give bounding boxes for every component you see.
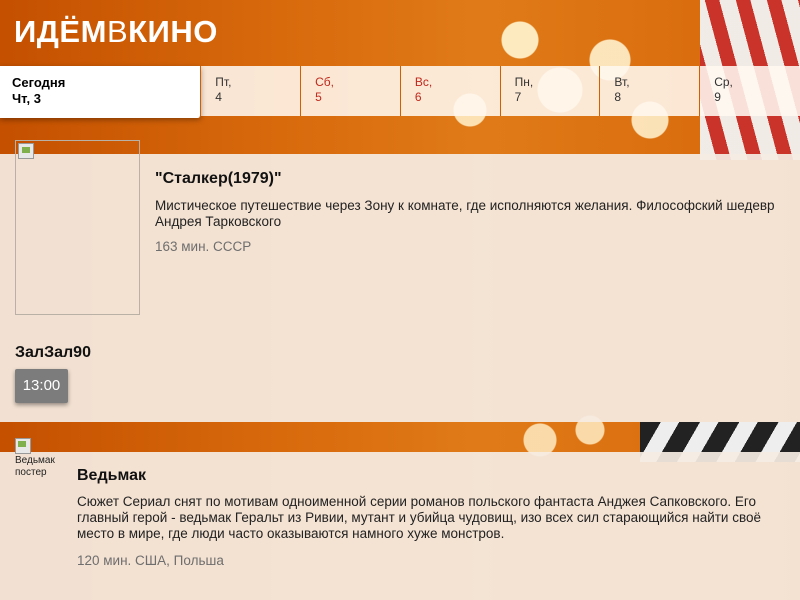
logo-part-3: КИНО bbox=[128, 14, 218, 49]
day-date: 5 bbox=[315, 90, 322, 104]
movie-title[interactable]: Ведьмак bbox=[77, 467, 146, 485]
movie-poster bbox=[15, 140, 140, 315]
movie-meta: 120 мин. США, Польша bbox=[77, 553, 224, 568]
movie-description: Мистическое путешествие через Зону к ком… bbox=[155, 198, 775, 229]
day-label: Сб, bbox=[315, 75, 334, 89]
day-label: Вт, bbox=[614, 75, 630, 89]
logo-part-1: ИДЁМ bbox=[14, 14, 107, 49]
day-label: Пн, bbox=[514, 75, 534, 89]
day-tab-tue[interactable]: Вт, 8 bbox=[600, 66, 701, 116]
day-date: 4 bbox=[215, 90, 222, 104]
movie-description: Сюжет Сериал снят по мотивам одноименной… bbox=[77, 494, 762, 541]
logo[interactable]: ИДЁМВКИНО bbox=[14, 14, 218, 50]
session-time-button[interactable]: 13:00 bbox=[15, 369, 68, 403]
day-tab-sat[interactable]: Сб, 5 bbox=[301, 66, 401, 116]
day-selector: Сегодня Чт, 3 Пт, 4 Сб, 5 Вс, 6 Пн, 7 Вт… bbox=[0, 66, 800, 118]
day-tab-mon[interactable]: Пн, 7 bbox=[500, 66, 601, 116]
day-label: Вс, bbox=[414, 75, 433, 89]
day-tab-today[interactable]: Сегодня Чт, 3 bbox=[0, 66, 202, 118]
movie-title[interactable]: "Сталкер(1979)" bbox=[155, 170, 282, 188]
broken-image-icon bbox=[18, 143, 34, 159]
day-label: Ср, bbox=[714, 75, 733, 89]
day-date: 7 bbox=[514, 90, 522, 104]
day-date: 8 bbox=[614, 90, 622, 104]
day-label: Пт, bbox=[215, 75, 232, 89]
day-tab-wed[interactable]: Ср, 9 bbox=[700, 66, 800, 116]
day-label: Сегодня bbox=[12, 75, 66, 90]
poster-alt-text: Ведьмак постер bbox=[15, 455, 55, 478]
day-date: 6 bbox=[414, 90, 422, 104]
site-header: ИДЁМВКИНО bbox=[0, 0, 800, 66]
day-tab-fri[interactable]: Пт, 4 bbox=[201, 66, 302, 116]
day-date: 9 bbox=[714, 90, 721, 104]
logo-part-2: В bbox=[106, 14, 129, 49]
day-date: Чт, 3 bbox=[12, 91, 41, 106]
movie-meta: 163 мин. СССР bbox=[155, 239, 252, 254]
movie-poster: Ведьмак постер bbox=[15, 438, 63, 480]
hall-title: ЗалЗал90 bbox=[15, 344, 91, 361]
day-tab-sun[interactable]: Вс, 6 bbox=[400, 66, 501, 116]
broken-image-icon bbox=[15, 438, 31, 454]
